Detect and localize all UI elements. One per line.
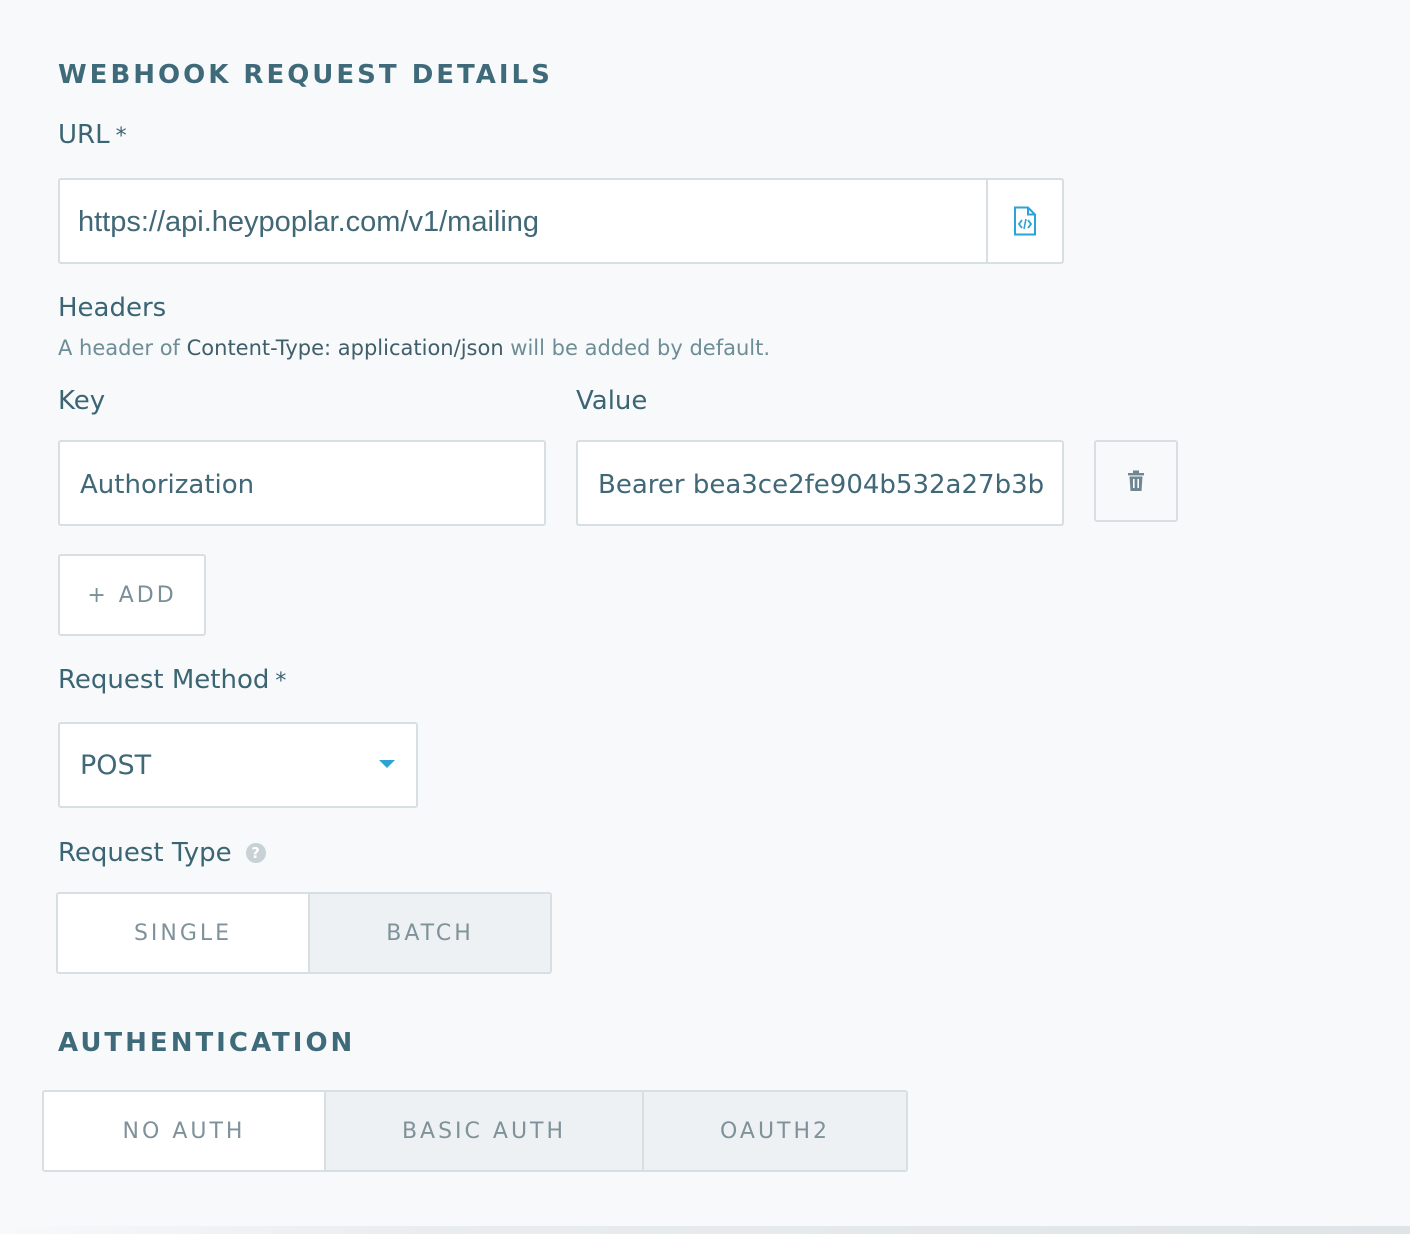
webhook-section-title: WEBHOOK REQUEST DETAILS — [58, 60, 553, 90]
request-type-label-row: Request Type ? — [58, 838, 266, 868]
bottom-divider — [0, 1226, 1410, 1234]
headers-label: Headers — [58, 293, 167, 323]
authentication-toggle: NO AUTH BASIC AUTH OAUTH2 — [42, 1090, 908, 1172]
headers-hint-prefix: A header of — [58, 336, 187, 360]
request-type-toggle: SINGLE BATCH — [56, 892, 552, 974]
auth-option-no-auth[interactable]: NO AUTH — [44, 1092, 324, 1170]
request-type-batch[interactable]: BATCH — [308, 894, 550, 972]
headers-hint-suffix: will be added by default. — [503, 336, 771, 360]
request-type-label: Request Type — [58, 838, 232, 868]
header-value-input[interactable]: Bearer bea3ce2fe904b532a27b3b — [576, 440, 1064, 526]
delete-header-button[interactable] — [1094, 440, 1178, 522]
url-input-value[interactable]: https://api.heypoplar.com/v1/mailing — [78, 206, 978, 239]
headers-hint: A header of Content-Type: application/js… — [58, 336, 770, 360]
url-label-row: URL * — [58, 120, 127, 150]
auth-option-basic-auth[interactable]: BASIC AUTH — [324, 1092, 642, 1170]
trash-icon — [1128, 470, 1144, 491]
code-file-icon — [1014, 206, 1036, 236]
key-column-label: Key — [58, 386, 106, 416]
authentication-section-title: AUTHENTICATION — [58, 1028, 356, 1058]
auth-option-oauth2[interactable]: OAUTH2 — [642, 1092, 906, 1170]
chevron-down-icon — [379, 760, 395, 768]
header-key-input[interactable]: Authorization — [58, 440, 546, 526]
request-method-label: Request Method — [58, 665, 270, 695]
headers-hint-emphasis: Content-Type: application/json — [186, 336, 504, 360]
value-column-label: Value — [576, 386, 648, 416]
add-header-button[interactable]: + ADD — [58, 554, 206, 636]
url-field[interactable]: https://api.heypoplar.com/v1/mailing — [58, 178, 1064, 264]
code-file-button[interactable] — [988, 180, 1062, 262]
request-method-selected: POST — [80, 750, 152, 781]
request-method-label-row: Request Method * — [58, 665, 286, 695]
url-label: URL — [58, 120, 110, 150]
request-method-required-mark: * — [275, 669, 287, 694]
question-circle-icon[interactable]: ? — [245, 843, 266, 863]
request-method-select[interactable]: POST — [58, 722, 418, 808]
request-type-single[interactable]: SINGLE — [58, 894, 308, 972]
url-required-mark: * — [115, 124, 127, 149]
add-header-label: + ADD — [87, 582, 177, 608]
header-key-value[interactable]: Authorization — [80, 470, 530, 500]
header-value-value[interactable]: Bearer bea3ce2fe904b532a27b3b — [598, 470, 1060, 500]
